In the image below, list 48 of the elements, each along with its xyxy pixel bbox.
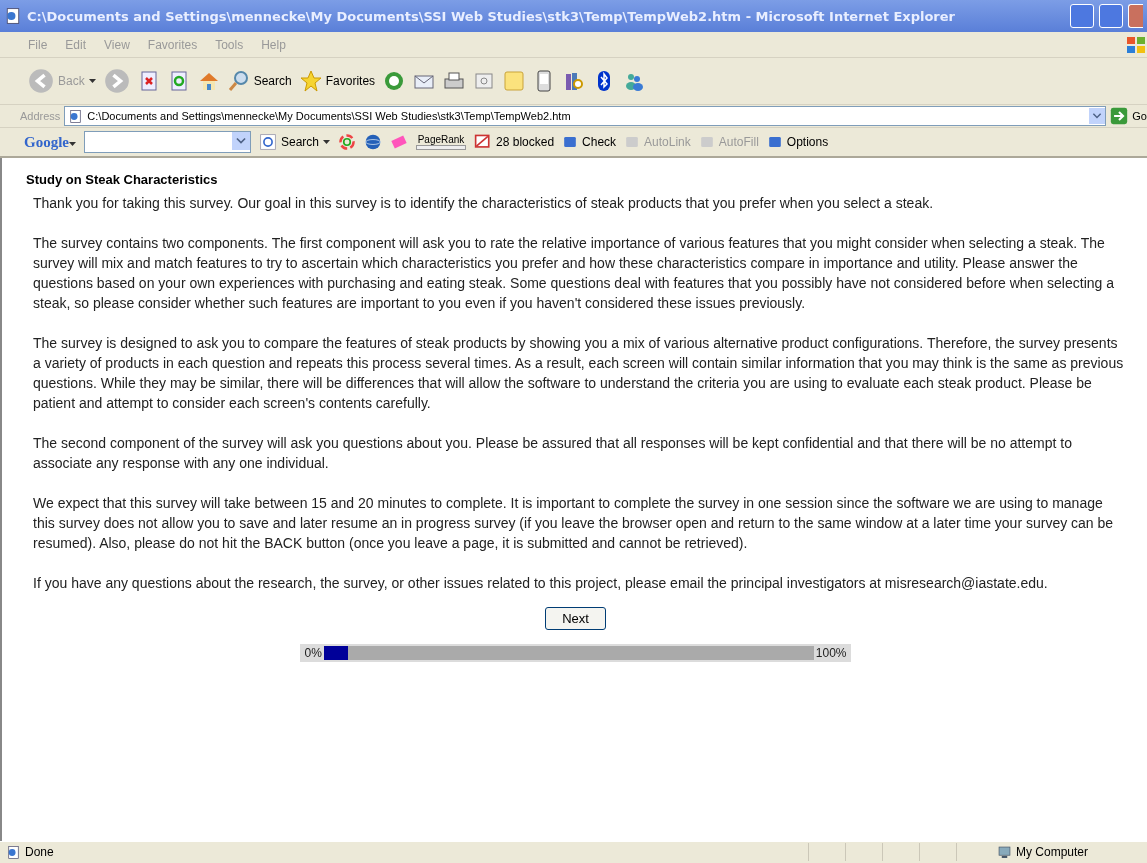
google-search-field[interactable] (84, 131, 251, 153)
toolbar-item-icon[interactable] (766, 134, 783, 150)
toolbar-button[interactable]: Check (562, 134, 617, 150)
search-icon[interactable] (227, 70, 250, 92)
page-heading: Study on Steak Characteristics (26, 172, 219, 187)
caret-icon[interactable] (69, 141, 76, 147)
zone-text: My Computer (1016, 845, 1089, 859)
swirl-icon[interactable] (338, 133, 357, 151)
blocked-icon[interactable] (474, 133, 493, 151)
page-icon[interactable] (6, 844, 21, 860)
search-button[interactable]: Search (227, 70, 292, 92)
star-icon[interactable] (299, 70, 322, 92)
dropdown-icon[interactable] (232, 132, 250, 150)
maximize-button[interactable] (1099, 4, 1123, 28)
caret-icon[interactable] (88, 78, 96, 84)
books-icon[interactable] (563, 70, 586, 92)
paragraph: The survey is designed to ask you to compare the features of steak products by showing you a mix of various alternative product configurations. Therefore, the survey presents a variety of products in each question and repeats this process several times. As a result, each screen will contain similar information that you may think is the same as previous questions. While they may be similar, there will be differences that will allow the software to understand the criteria you are using to evaluate each steak product. Please be patient and attempt to consider each screen's contents carefully. (33, 334, 1125, 413)
toolbar-item-icon[interactable] (562, 134, 579, 150)
pagerank-meter[interactable]: PageRank (416, 134, 467, 150)
google-logo[interactable]: Google (24, 133, 76, 151)
paragraph: The second component of the survey will ask you questions about you. Please be assured that all responses will be kept confidential and that there will be no attempt to associate any response with any one individual. (33, 434, 1073, 473)
google-search-button[interactable]: Search (259, 133, 331, 151)
paragraph: We expect that this survey will take between 15 and 20 minutes to complete. It is important to complete the survey in one session since the software we are using to manage this survey does not allow you to save and later resume an in progress survey (if you leave the browser open and return to the same window at a later time your survey can be resumed). Also, please do not hit the BACK button (once you leave a page, it is submitted and cannot be retrieved). (33, 494, 1115, 553)
address-label: Address (20, 110, 61, 122)
caret-icon[interactable] (323, 139, 331, 145)
paragraph: The survey contains two components. The first component will ask you to rate the relative importance of various features that you might consider when selecting a steak. The survey will mix and match features to try to ascertain which characteristics you prefer and how these characteristics compare in importance and utility. Please answer the questions based on your own experiences with purchasing and eating steak. Some questions deal with features that you possibly have not considered before when selecting a steak, so please consider whether such features are important to you even if you haven't considered these issues previously. (33, 234, 1115, 313)
address-field[interactable]: C:\Documents and Settings\mennecke\My Documents\SSI Web Studies\stk3\Temp\TempWeb2.htm (64, 106, 1107, 126)
page-icon[interactable] (4, 7, 22, 25)
g-icon[interactable] (259, 133, 277, 151)
minimize-button[interactable] (1070, 4, 1094, 28)
favorites-button[interactable]: Favorites (299, 70, 376, 92)
close-button[interactable] (1128, 4, 1143, 28)
status-text: Done (25, 845, 54, 859)
dropdown-icon[interactable] (1089, 108, 1106, 124)
window-title: C:\Documents and Settings\mennecke\My Documents\SSI Web Studies\stk3\Temp\TempWeb2.htm - Microsoft Internet Explorer (27, 8, 956, 24)
printer-icon[interactable] (443, 70, 466, 92)
toolbar-button[interactable]: Options (766, 134, 829, 150)
paragraph: If you have any questions about the research, the survey, or other issues related to this project, please email the principal investigators at misresearch@iastate.edu. (33, 574, 1049, 593)
progress-start-label: 0% (304, 646, 322, 660)
go-button[interactable]: Go (1110, 107, 1147, 125)
history-icon[interactable] (383, 70, 406, 92)
computer-icon[interactable] (997, 844, 1012, 860)
page-icon[interactable] (68, 108, 84, 124)
popup-blocker-button[interactable]: 28 blocked (474, 133, 555, 151)
globe-icon[interactable] (364, 133, 383, 151)
next-button[interactable]: Next (545, 607, 606, 630)
paragraph: Thank you for taking this survey. Our goal in this survey is to identify the characteristics of steak products that you prefer when you select a steak. (33, 194, 935, 213)
progress-end-label: 100% (815, 646, 847, 660)
